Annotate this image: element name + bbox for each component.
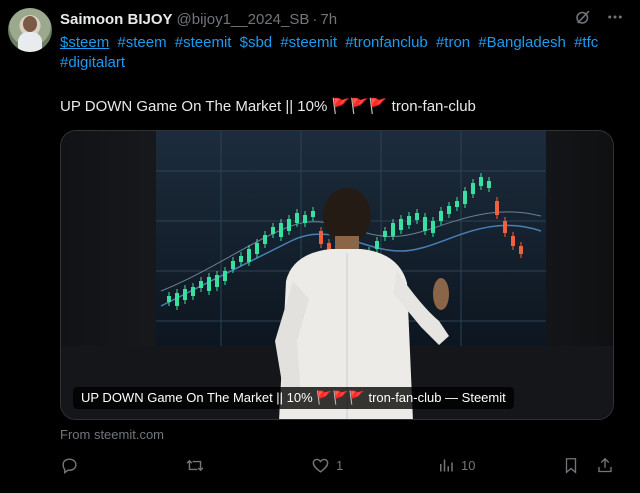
reply-icon xyxy=(60,456,79,475)
candle xyxy=(423,217,427,231)
candle xyxy=(495,201,499,215)
post[interactable]: Saimoon BIJOY @bijoy1__2024_SB · 7h $ste… xyxy=(0,0,640,493)
candle xyxy=(191,287,195,296)
candle xyxy=(311,211,315,217)
like-button[interactable]: 1 xyxy=(311,456,343,475)
candle xyxy=(503,221,507,233)
like-count: 1 xyxy=(336,458,344,473)
hashtag-link[interactable]: #digitalart xyxy=(60,54,125,71)
candle xyxy=(167,296,171,302)
post-header: Saimoon BIJOY @bijoy1__2024_SB · 7h xyxy=(60,9,337,29)
share-icon xyxy=(596,456,614,475)
hashtag-link[interactable]: $steem xyxy=(60,34,109,51)
candle xyxy=(255,243,259,254)
link-card[interactable]: UP DOWN Game On The Market || 10% 🚩🚩🚩 tr… xyxy=(60,130,614,420)
hashtags: $steem #steem #steemit $sbd #steemit #tr… xyxy=(60,33,620,73)
more-icon[interactable] xyxy=(606,8,624,26)
candle xyxy=(487,181,491,188)
repost-icon xyxy=(185,456,205,475)
candle xyxy=(407,216,411,225)
author-handle[interactable]: @bijoy1__2024_SB xyxy=(177,11,310,28)
candle xyxy=(391,223,395,236)
hashtag-link[interactable]: #tfc xyxy=(574,34,598,51)
repost-button[interactable] xyxy=(185,456,211,475)
candle xyxy=(319,231,323,244)
separator: · xyxy=(312,10,318,28)
candle xyxy=(303,215,307,223)
hashtag-link[interactable]: #tronfanclub xyxy=(345,34,428,51)
candle xyxy=(223,271,227,281)
candle xyxy=(279,223,283,237)
candle xyxy=(207,277,211,291)
share-button[interactable] xyxy=(596,456,614,475)
candle xyxy=(471,183,475,194)
candle xyxy=(455,201,459,207)
like-icon xyxy=(311,456,330,475)
candle xyxy=(199,281,203,288)
card-source[interactable]: From steemit.com xyxy=(60,427,164,442)
candle xyxy=(183,289,187,300)
views-icon xyxy=(437,456,455,475)
card-image xyxy=(61,131,613,419)
candle xyxy=(447,206,451,214)
hashtag-link[interactable]: #steemit xyxy=(280,34,337,51)
candle xyxy=(415,213,419,220)
views-button[interactable]: 10 xyxy=(437,456,475,475)
card-caption: UP DOWN Game On The Market || 10% 🚩🚩🚩 tr… xyxy=(73,387,514,409)
action-bar: 1 10 xyxy=(60,456,620,478)
hashtag-link[interactable]: #Bangladesh xyxy=(478,34,566,51)
hashtag-link[interactable]: #steemit xyxy=(175,34,232,51)
candle xyxy=(271,227,275,234)
grok-icon[interactable] xyxy=(574,8,592,26)
top-icons xyxy=(574,8,624,26)
avatar-body xyxy=(18,32,42,52)
candle xyxy=(263,235,267,244)
candle xyxy=(463,191,467,204)
candle xyxy=(239,256,243,262)
candle xyxy=(479,177,483,186)
post-title: UP DOWN Game On The Market || 10% 🚩🚩🚩 tr… xyxy=(60,98,476,115)
bookmark-button[interactable] xyxy=(562,456,580,475)
candle xyxy=(511,236,515,246)
post-time[interactable]: 7h xyxy=(320,11,337,28)
candle xyxy=(383,231,387,237)
candle xyxy=(175,293,179,306)
candle xyxy=(399,219,403,230)
author-name[interactable]: Saimoon BIJOY xyxy=(60,11,173,28)
candle xyxy=(431,221,435,233)
candle xyxy=(287,219,291,231)
view-count: 10 xyxy=(461,458,476,473)
candle xyxy=(215,275,219,287)
reply-button[interactable] xyxy=(60,456,85,475)
avatar-head xyxy=(23,16,37,32)
avatar[interactable] xyxy=(8,8,52,52)
bookmark-icon xyxy=(562,456,580,475)
hashtag-link[interactable]: #tron xyxy=(436,34,470,51)
candle xyxy=(375,241,379,249)
hashtag-link[interactable]: #steem xyxy=(117,34,166,51)
candle xyxy=(519,246,523,254)
candle xyxy=(439,211,443,221)
candle xyxy=(231,261,235,269)
candle xyxy=(247,249,251,262)
candle xyxy=(295,213,299,223)
hashtag-link[interactable]: $sbd xyxy=(240,34,273,51)
